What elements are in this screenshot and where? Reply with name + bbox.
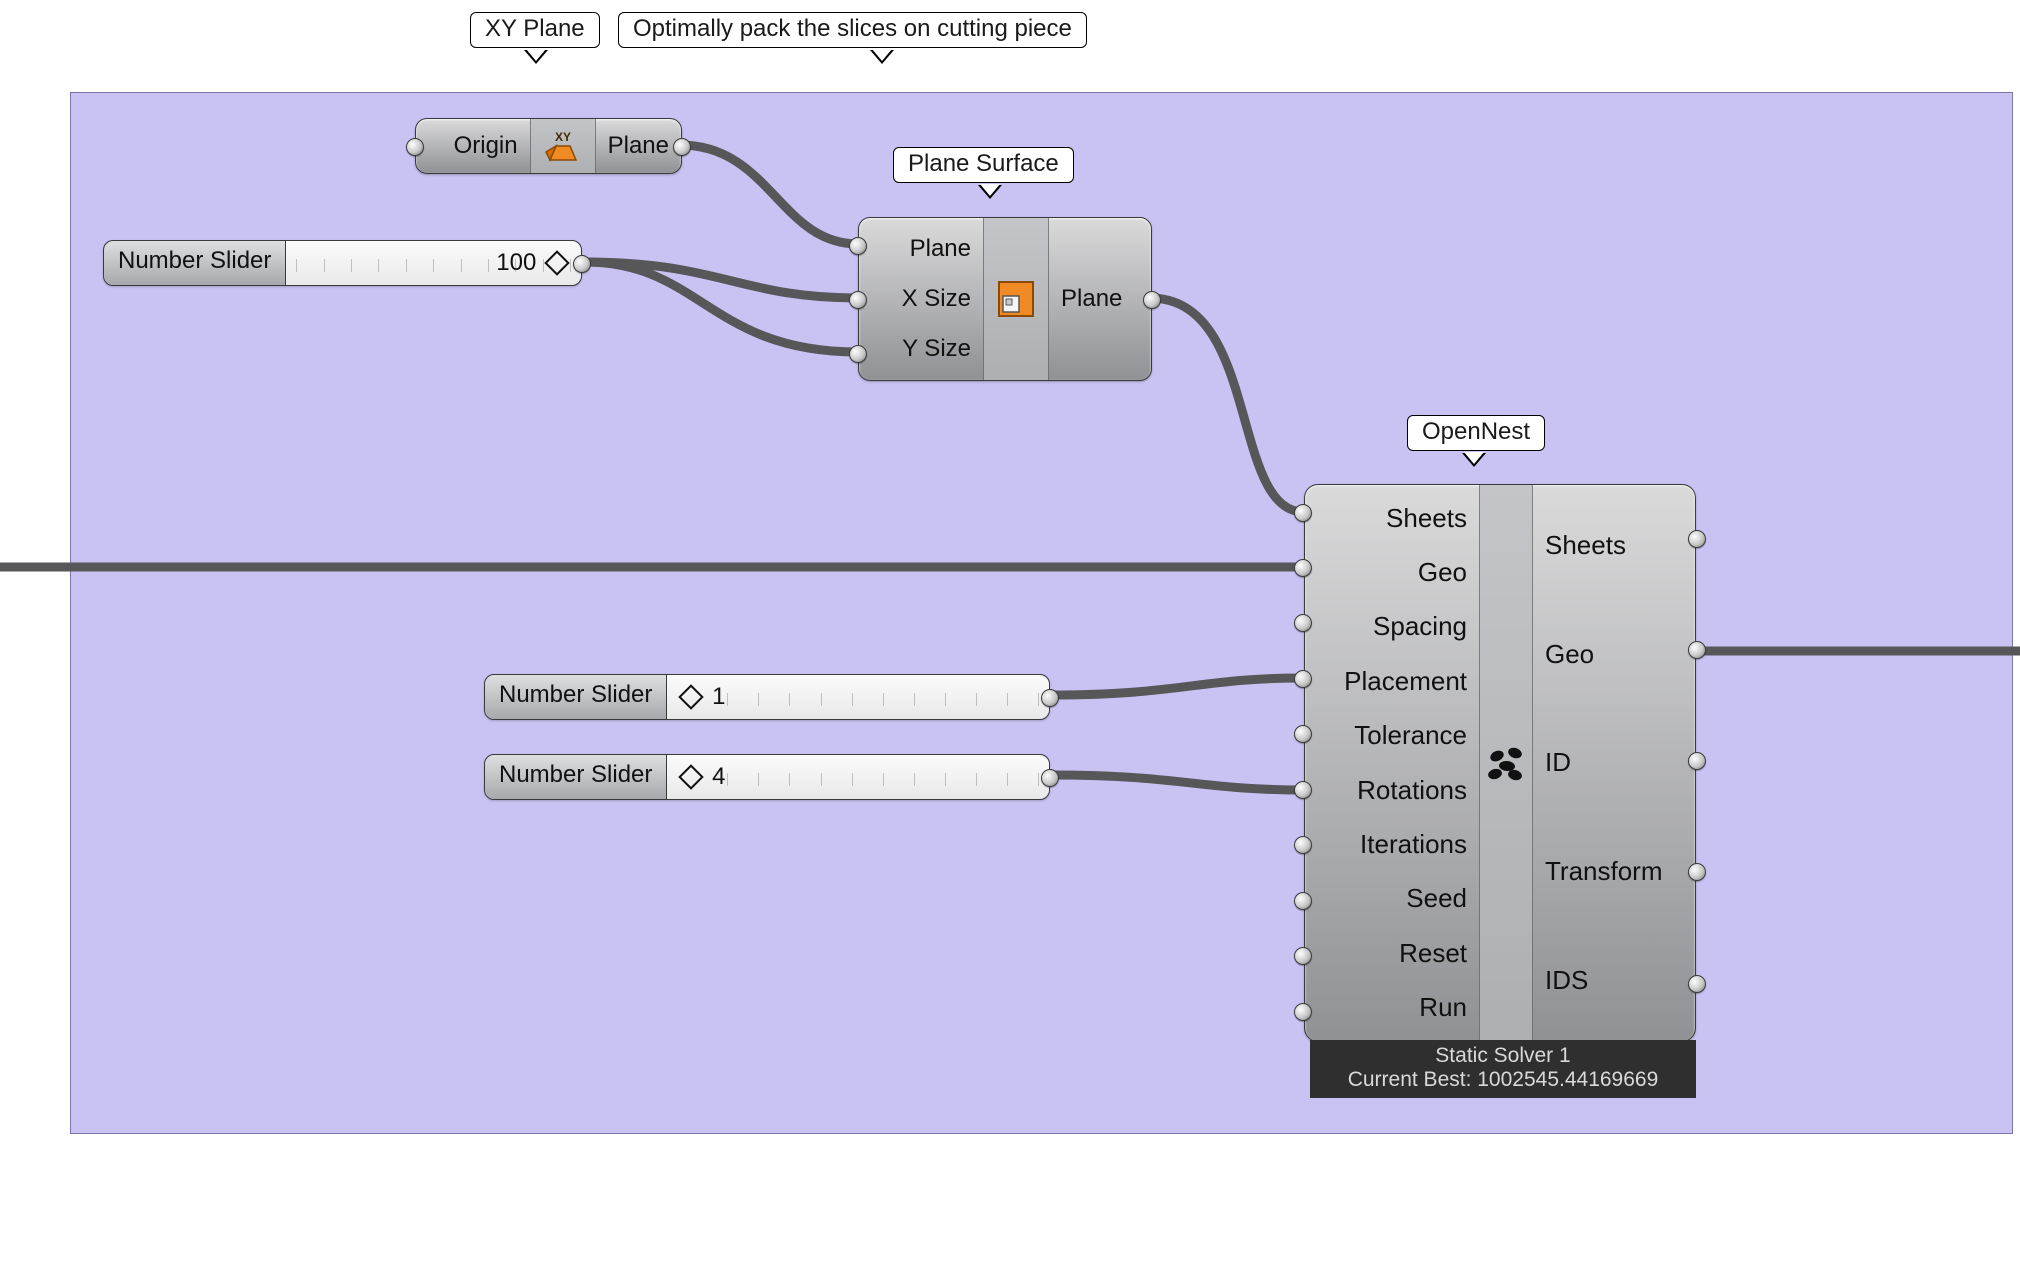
slider-track[interactable]: 4 [667, 755, 1049, 799]
input-grip[interactable] [1294, 725, 1312, 743]
diamond-icon [679, 684, 704, 709]
output-grip[interactable] [1041, 769, 1059, 787]
input-x-size: X Size [902, 285, 971, 313]
opennest-status: Static Solver 1 Current Best: 1002545.44… [1310, 1040, 1696, 1098]
input-placement: Placement [1344, 666, 1467, 697]
output-grip[interactable] [1041, 689, 1059, 707]
diamond-icon [679, 764, 704, 789]
tooltip-arrow [870, 50, 894, 64]
tooltip-text: Optimally pack the slices on cutting pie… [633, 15, 1072, 42]
svg-text:XY: XY [555, 130, 571, 144]
tooltip-text: Plane Surface [908, 150, 1059, 177]
output-grip[interactable] [1688, 641, 1706, 659]
slider-label: Number Slider [104, 241, 286, 285]
input-rotations: Rotations [1357, 775, 1467, 806]
tooltip-arrow [978, 185, 1002, 199]
input-grip[interactable] [1294, 947, 1312, 965]
input-sheets: Sheets [1386, 503, 1467, 534]
output-grip[interactable] [1688, 752, 1706, 770]
output-transform: Transform [1545, 856, 1663, 887]
xy-plane-icon: XY [530, 119, 596, 173]
output-grip[interactable] [573, 255, 591, 273]
input-plane: Plane [910, 235, 971, 263]
slider-value: 100 [496, 249, 536, 276]
input-grip[interactable] [1294, 836, 1312, 854]
input-run: Run [1419, 992, 1467, 1023]
input-tolerance: Tolerance [1354, 720, 1467, 751]
component-plane-surface[interactable]: Plane X Size Y Size Plane [858, 217, 1152, 381]
component-xy-plane[interactable]: Origin XY Plane [415, 118, 682, 174]
status-line-2: Current Best: 1002545.44169669 [1314, 1068, 1692, 1092]
tooltip-text: OpenNest [1422, 418, 1530, 445]
input-grip[interactable] [1294, 892, 1312, 910]
output-grip[interactable] [1143, 291, 1161, 309]
input-grip[interactable] [849, 345, 867, 363]
input-grip[interactable] [1294, 504, 1312, 522]
plane-surface-icon [983, 218, 1049, 380]
input-grip[interactable] [1294, 559, 1312, 577]
input-grip[interactable] [1294, 1003, 1312, 1021]
tooltip-text: XY Plane [485, 15, 585, 42]
input-seed: Seed [1406, 883, 1467, 914]
number-slider-100[interactable]: Number Slider 100 [103, 240, 582, 286]
input-y-size: Y Size [902, 335, 971, 363]
tooltip-planesurface: Plane Surface [893, 147, 1074, 183]
output-grip[interactable] [1688, 975, 1706, 993]
input-grip[interactable] [1294, 614, 1312, 632]
input-grip[interactable] [1294, 781, 1312, 799]
slider-label: Number Slider [485, 755, 667, 799]
tooltip-opennest: OpenNest [1407, 415, 1545, 451]
status-line-1: Static Solver 1 [1314, 1044, 1692, 1068]
number-slider-1[interactable]: Number Slider 1 [484, 674, 1050, 720]
slider-track[interactable]: 100 [286, 241, 581, 285]
output-id: ID [1545, 747, 1571, 778]
input-grip[interactable] [849, 237, 867, 255]
tooltip-group: Optimally pack the slices on cutting pie… [618, 12, 1087, 48]
output-plane: Plane [608, 132, 669, 160]
output-sheets: Sheets [1545, 530, 1626, 561]
input-grip[interactable] [849, 291, 867, 309]
opennest-icon [1479, 485, 1533, 1041]
tooltip-arrow [1462, 453, 1486, 467]
diamond-icon [544, 250, 569, 275]
input-spacing: Spacing [1373, 611, 1467, 642]
component-opennest[interactable]: Sheets Geo Spacing Placement Tolerance R… [1304, 484, 1696, 1042]
input-grip[interactable] [406, 138, 424, 156]
output-grip[interactable] [673, 138, 691, 156]
output-geo: Geo [1545, 639, 1594, 670]
output-grip[interactable] [1688, 530, 1706, 548]
input-iterations: Iterations [1360, 829, 1467, 860]
slider-track[interactable]: 1 [667, 675, 1049, 719]
slider-label: Number Slider [485, 675, 667, 719]
output-grip[interactable] [1688, 863, 1706, 881]
slider-value: 1 [712, 683, 725, 710]
tooltip-arrow [524, 50, 548, 64]
input-reset: Reset [1399, 938, 1467, 969]
output-ids: IDS [1545, 965, 1588, 996]
slider-value: 4 [712, 763, 725, 790]
tooltip-xyplane: XY Plane [470, 12, 600, 48]
input-origin: Origin [454, 132, 518, 160]
number-slider-4[interactable]: Number Slider 4 [484, 754, 1050, 800]
input-geo: Geo [1418, 557, 1467, 588]
output-plane: Plane [1061, 285, 1122, 313]
input-grip[interactable] [1294, 670, 1312, 688]
